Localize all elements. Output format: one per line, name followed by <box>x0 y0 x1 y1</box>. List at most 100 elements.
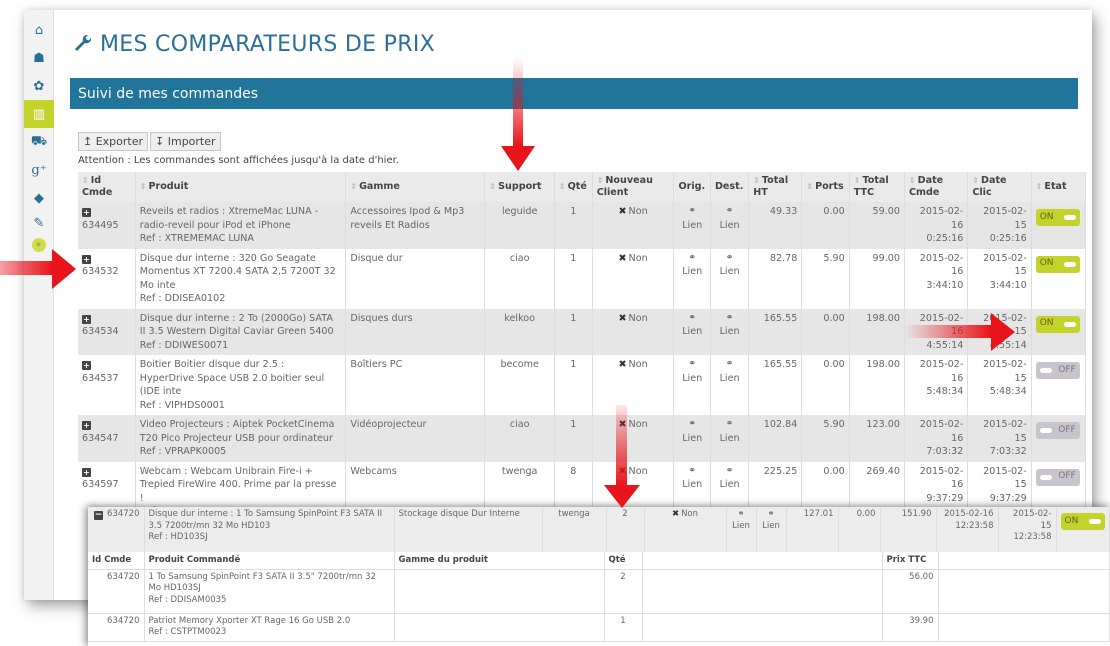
status-label: OFF <box>1058 364 1076 375</box>
link-icon: ⚭ <box>688 359 696 369</box>
status-toggle[interactable]: ON <box>1060 513 1105 530</box>
new-client-cell: ✖ Non <box>592 308 675 355</box>
link-icon: ⚭ <box>688 465 696 476</box>
col-date-cmde[interactable]: ⇕ Date Cmde <box>904 172 969 202</box>
col-produit[interactable]: ⇕ Produit <box>135 172 347 202</box>
sidebar-item-sitemap[interactable]: ☗ <box>24 44 54 72</box>
order-id-cell: +634495 <box>78 202 136 249</box>
orig-link[interactable]: ⚭ Lien <box>673 248 711 309</box>
cross-icon: ✖ <box>618 465 627 477</box>
dest-link[interactable]: ⚭ Lien <box>710 202 750 249</box>
total-ttc-cell: 123.00 <box>849 415 905 462</box>
dest-link[interactable]: ⚭ Lien <box>710 415 750 462</box>
sidebar-item-barcode[interactable]: ▥ <box>24 100 54 128</box>
total-ttc-cell: 198.00 <box>849 355 905 415</box>
date-cmde-cell: 2015-02-16 7:03:32 <box>904 415 969 462</box>
sidebar-item-wrench[interactable]: ✎ <box>24 212 54 234</box>
table-row: +634537 Boitier Boitier disque dur 2.5 :… <box>78 355 1087 415</box>
col-total-ht[interactable]: ⇕ Total HT <box>748 172 803 202</box>
tag-icon: ◆ <box>34 190 44 206</box>
col-date-clic[interactable]: ⇕ Date Clic <box>967 172 1032 202</box>
status-label: ON <box>1039 318 1054 329</box>
chevron-right-icon: » <box>35 240 42 250</box>
status-toggle[interactable]: OFF <box>1035 422 1080 439</box>
cross-icon: ✖ <box>618 359 627 370</box>
qty-cell: 2 <box>606 507 645 552</box>
expand-icon[interactable]: + <box>82 254 91 264</box>
sidebar-item-google-plus[interactable]: g⁺ <box>24 156 54 184</box>
table-row: +634532 Disque dur interne : 320 Go Seag… <box>78 248 1087 309</box>
cross-icon: ✖ <box>618 206 627 217</box>
sitemap-icon: ☗ <box>33 50 45 66</box>
orig-link[interactable]: ⚭ Lien <box>673 202 711 249</box>
sidebar-item-home[interactable]: ⌂ <box>24 16 54 44</box>
order-id-cell: −634720 <box>88 507 145 552</box>
status-toggle[interactable]: ON <box>1035 255 1080 273</box>
link-icon: ⚭ <box>725 465 734 476</box>
ports-cell: 0.00 <box>801 202 850 249</box>
status-toggle[interactable]: OFF <box>1035 362 1080 379</box>
item-id: 634720 <box>88 569 145 614</box>
col-ports[interactable]: ⇕ Ports <box>801 172 850 202</box>
items-col-product: Produit Commandé <box>144 552 395 570</box>
status-toggle[interactable]: ON <box>1035 209 1080 226</box>
sidebar-item-tag[interactable]: ◆ <box>24 184 54 212</box>
qty-cell: 1 <box>554 202 593 249</box>
date-cmde-cell: 2015-02-16 4:55:14 <box>904 308 969 355</box>
items-col-price: Prix TTC <box>882 552 939 570</box>
orig-link[interactable]: ⚭ Lien <box>726 507 757 552</box>
page-title-text: MES COMPARATEURS DE PRIX <box>100 32 435 57</box>
wrench-icon: ✎ <box>33 215 45 231</box>
toggle-knob <box>1039 474 1052 480</box>
col-qte[interactable]: ⇕ Qté <box>554 172 593 202</box>
expand-icon[interactable]: + <box>82 208 91 217</box>
collapse-icon[interactable]: − <box>94 511 104 520</box>
col-id[interactable]: ⇕ Id Cmde <box>78 172 136 202</box>
sidebar-collapse-toggle[interactable]: » <box>31 238 46 252</box>
product-cell: Video Projecteurs : Aiptek PocketCinema … <box>135 415 347 462</box>
dest-link[interactable]: ⚭ Lien <box>756 507 787 552</box>
expand-icon[interactable]: + <box>82 314 91 324</box>
expand-icon[interactable]: + <box>82 467 91 477</box>
sidebar: ⌂ ☗ ✿ ▥ ⛟ g⁺ ◆ ✎ » <box>24 10 54 600</box>
col-gamme[interactable]: ⇕ Gamme <box>345 172 486 202</box>
import-button[interactable]: ↧ Importer <box>150 132 221 151</box>
total-ht-cell: 102.84 <box>748 415 803 462</box>
orig-link[interactable]: ⚭ Lien <box>673 415 711 462</box>
col-support[interactable]: ⇕ Support <box>484 172 555 202</box>
status-toggle[interactable]: OFF <box>1035 468 1080 486</box>
date-clic-cell: 2015-02-15 5:48:34 <box>967 355 1032 415</box>
cross-icon: ✖ <box>618 419 627 430</box>
expand-icon[interactable]: + <box>82 421 91 430</box>
range-cell: Accessoires Ipod & Mp3 reveils Et Radios <box>345 202 486 249</box>
cross-icon: ✖ <box>671 509 680 519</box>
ports-cell: 0.00 <box>838 507 881 552</box>
sidebar-item-cart[interactable]: ⛟ <box>24 128 54 156</box>
new-client-cell: ✖ Non <box>592 355 675 415</box>
col-nouveau-client[interactable]: ⇕ Nouveau Client <box>592 172 675 202</box>
item-range <box>394 613 605 642</box>
link-icon: ⚭ <box>767 509 775 519</box>
support-cell: ciao <box>484 415 555 462</box>
status-toggle[interactable]: ON <box>1035 315 1080 333</box>
col-etat[interactable]: ⇕ Etat <box>1031 172 1087 202</box>
toggle-knob <box>1063 215 1076 220</box>
item-row: 634720 Patriot Memory Xporter XT Rage 16… <box>88 613 1110 642</box>
export-button[interactable]: ↥ Exporter <box>78 132 149 151</box>
total-ht-cell: 82.78 <box>748 248 803 309</box>
dest-link[interactable]: ⚭ Lien <box>710 355 750 415</box>
dest-link[interactable]: ⚭ Lien <box>710 248 750 309</box>
orig-link[interactable]: ⚭ Lien <box>673 355 711 415</box>
sidebar-item-settings[interactable]: ✿ <box>24 72 54 100</box>
date-cmde-cell: 2015-02-16 5:48:34 <box>904 355 969 415</box>
link-icon: ⚭ <box>725 206 734 216</box>
total-ttc-cell: 99.00 <box>849 248 905 309</box>
order-id-cell: +634537 <box>78 355 136 415</box>
orig-link[interactable]: ⚭ Lien <box>673 308 711 355</box>
dest-link[interactable]: ⚭ Lien <box>710 308 750 355</box>
table-row: +634547 Video Projecteurs : Aiptek Pocke… <box>78 415 1087 462</box>
new-client-cell: ✖ Non <box>592 415 675 462</box>
expand-icon[interactable]: + <box>82 361 91 370</box>
order-id-cell: +634534 <box>78 308 136 355</box>
col-total-ttc[interactable]: ⇕ Total TTC <box>849 172 905 202</box>
